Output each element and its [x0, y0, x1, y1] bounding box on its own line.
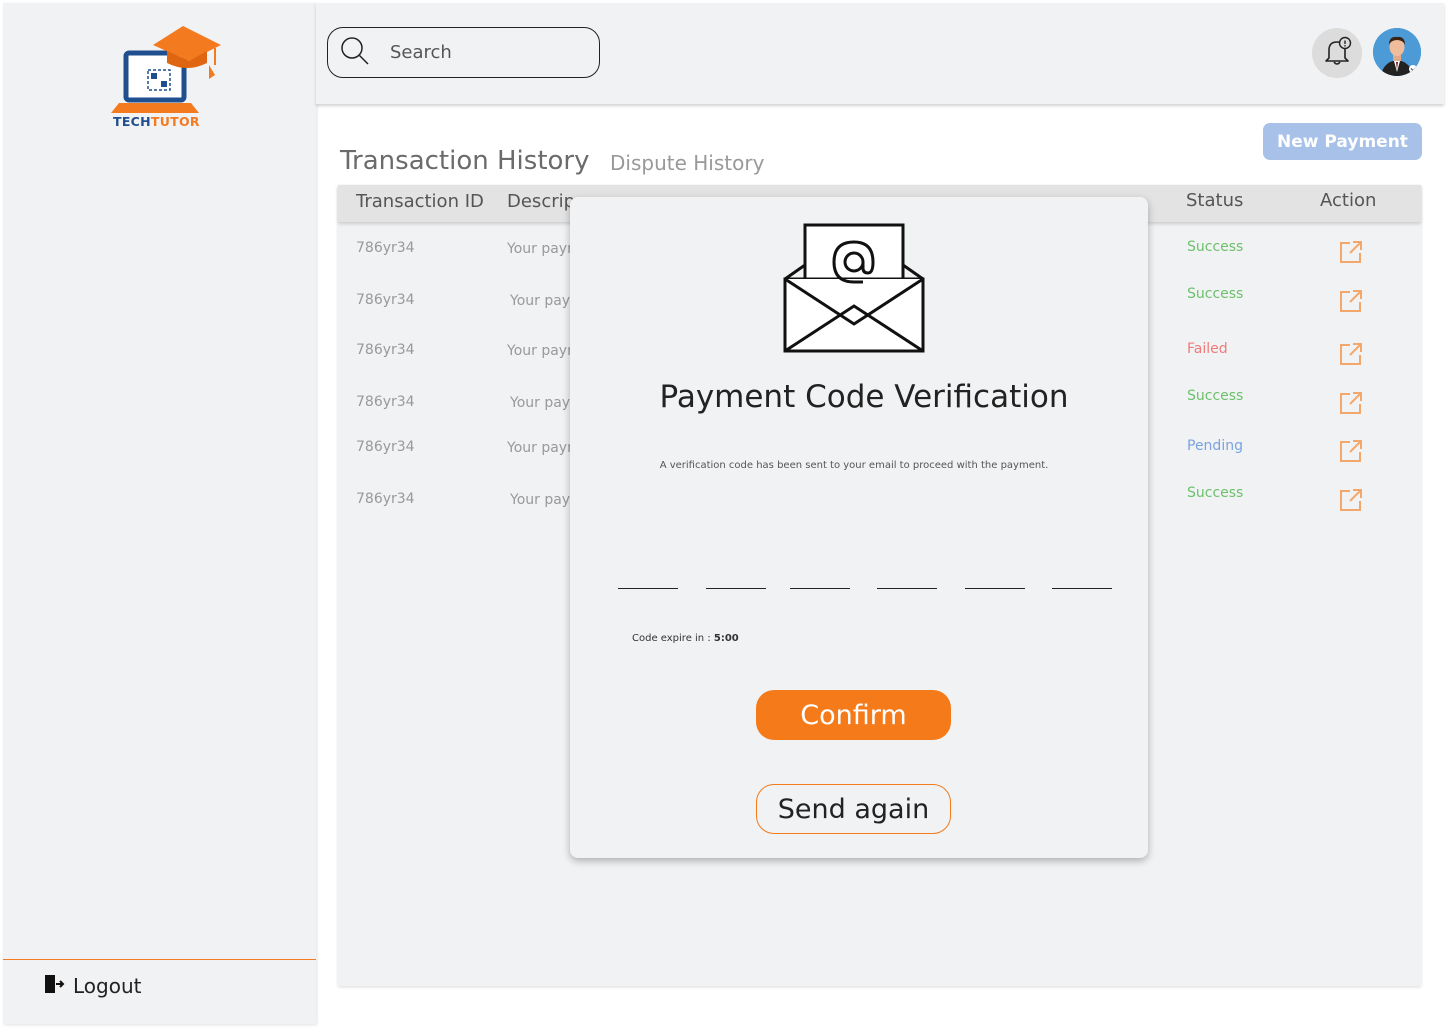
status-badge: Failed: [1187, 341, 1228, 357]
open-external-icon[interactable]: [1339, 391, 1363, 415]
modal-subtitle: A verification code has been sent to you…: [659, 460, 1049, 471]
sidebar: TECHTUTOR Logout: [3, 3, 316, 1024]
brand-name-part2: TUTOR: [150, 114, 200, 129]
open-external-icon[interactable]: [1339, 289, 1363, 313]
logout-label: Logout: [73, 974, 142, 998]
tab-dispute-history[interactable]: Dispute History: [610, 151, 764, 175]
open-external-icon[interactable]: [1339, 240, 1363, 264]
code-digit-input[interactable]: [965, 573, 1025, 589]
status-badge: Pending: [1187, 438, 1243, 454]
code-digit-input[interactable]: [877, 573, 937, 589]
column-header-action: Action: [1320, 190, 1377, 211]
code-expiry: Code expire in : 5:00: [632, 633, 739, 644]
open-external-icon[interactable]: [1339, 439, 1363, 463]
transaction-id: 786yr34: [356, 240, 415, 256]
modal-title: Payment Code Verification: [659, 379, 1069, 415]
send-again-button[interactable]: Send again: [756, 784, 951, 834]
brand-name: TECHTUTOR: [113, 114, 200, 129]
code-expiry-label: Code expire in :: [632, 633, 714, 644]
confirm-button[interactable]: Confirm: [756, 690, 951, 740]
column-header-status: Status: [1186, 190, 1244, 211]
code-expiry-timer: 5:00: [713, 633, 739, 644]
search-input[interactable]: [390, 42, 590, 63]
transaction-id: 786yr34: [356, 342, 415, 358]
code-digit-input[interactable]: [618, 573, 678, 589]
transaction-id: 786yr34: [356, 491, 415, 507]
transaction-description: Your payr: [507, 440, 573, 456]
search-bar[interactable]: [327, 27, 600, 78]
column-header-transaction-id: Transaction ID: [356, 191, 484, 212]
user-avatar[interactable]: [1373, 28, 1421, 76]
transaction-id: 786yr34: [356, 439, 415, 455]
transaction-id: 786yr34: [356, 292, 415, 308]
brand-name-part1: TECH: [113, 114, 151, 129]
transaction-description: Your payr: [510, 293, 576, 309]
code-digit-input[interactable]: [790, 573, 850, 589]
column-header-description: Descrip: [507, 191, 576, 212]
status-badge: Success: [1187, 286, 1244, 302]
sidebar-divider: [3, 959, 316, 960]
tab-transaction-history[interactable]: Transaction History: [340, 146, 590, 176]
new-payment-button[interactable]: New Payment: [1263, 123, 1422, 160]
top-header: [316, 3, 1444, 104]
bell-icon: [1321, 35, 1353, 71]
notification-button[interactable]: [1312, 28, 1362, 78]
status-badge: Success: [1187, 239, 1244, 255]
transaction-description: Your payr: [507, 241, 573, 257]
status-badge: Success: [1187, 388, 1244, 404]
transaction-id: 786yr34: [356, 394, 415, 410]
code-digit-input[interactable]: [706, 573, 766, 589]
payment-verification-modal: Payment Code Verification A verification…: [570, 197, 1148, 858]
transaction-description: Your payr: [510, 395, 576, 411]
open-external-icon[interactable]: [1339, 342, 1363, 366]
user-avatar-image: [1373, 28, 1421, 76]
open-external-icon[interactable]: [1339, 488, 1363, 512]
search-icon: [340, 36, 370, 70]
code-digit-input[interactable]: [1052, 573, 1112, 589]
status-badge: Success: [1187, 485, 1244, 501]
transaction-description: Your payr: [507, 343, 573, 359]
logout-icon: [43, 973, 65, 999]
logout-button[interactable]: Logout: [43, 973, 141, 999]
email-envelope-icon: [783, 223, 925, 353]
transaction-description: Your payr: [510, 492, 576, 508]
